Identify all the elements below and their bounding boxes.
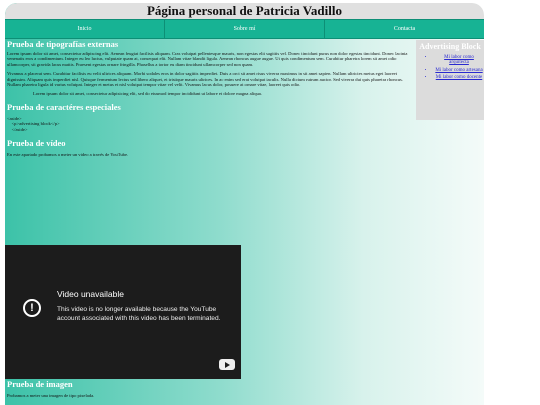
aside-link-arquitecta[interactable]: Mi labor como arquitecta: [434, 55, 484, 66]
typography-paragraph-2: Vivamus a placerat sem. Curabitur facili…: [7, 71, 403, 88]
aside-link-artesana[interactable]: Mi labor como artesana: [434, 68, 484, 73]
code-line-3: </aside>: [7, 126, 28, 132]
aside-link-list: Mi labor como arquitecta Mi labor como a…: [416, 55, 484, 81]
aside-link-docente[interactable]: Mi labor como docente: [434, 75, 484, 80]
page-container: Página personal de Patricia Vadillo Inic…: [5, 3, 484, 405]
typography-paragraph-1: Lorem ipsum dolor sit amet, consectetur …: [7, 51, 408, 67]
nav-item-inicio[interactable]: Inicio: [5, 20, 165, 38]
typography-paragraph-3: Lorem ipsum dolor sit amet, consectetur …: [33, 91, 262, 97]
main-content: Prueba de tipografías externas Lorem ips…: [5, 39, 415, 157]
image-intro: Probamos a meter una imagen de tipo pixe…: [7, 393, 95, 398]
video-heading: Prueba de vídeo: [7, 138, 66, 149]
advertising-block: Advertising Block Mi labor como arquitec…: [416, 40, 484, 120]
characters-heading: Prueba de caractéres especiales: [7, 101, 121, 112]
image-heading: Prueba de imagen: [7, 379, 73, 389]
page-title: Página personal de Patricia Vadillo: [5, 3, 484, 19]
nav-item-sobre-mi[interactable]: Sobre mí: [165, 20, 325, 38]
typography-heading: Prueba de tipografías externas: [7, 39, 119, 49]
video-unavailable-message: This video is no longer available becaus…: [57, 306, 221, 322]
main-nav: Inicio Sobre mí Contacta: [5, 19, 484, 39]
video-intro: En este apartado probamos a meter un vid…: [7, 152, 129, 158]
youtube-logo-icon[interactable]: [219, 359, 235, 370]
video-unavailable-title: Video unavailable: [57, 289, 124, 299]
image-section: Prueba de imagen Probamos a meter una im…: [5, 379, 415, 398]
nav-item-contacta[interactable]: Contacta: [325, 20, 484, 38]
alert-icon: !: [23, 299, 41, 317]
aside-heading: Advertising Block: [419, 42, 481, 51]
youtube-video-player[interactable]: ! Video unavailable This video is no lon…: [5, 245, 241, 379]
